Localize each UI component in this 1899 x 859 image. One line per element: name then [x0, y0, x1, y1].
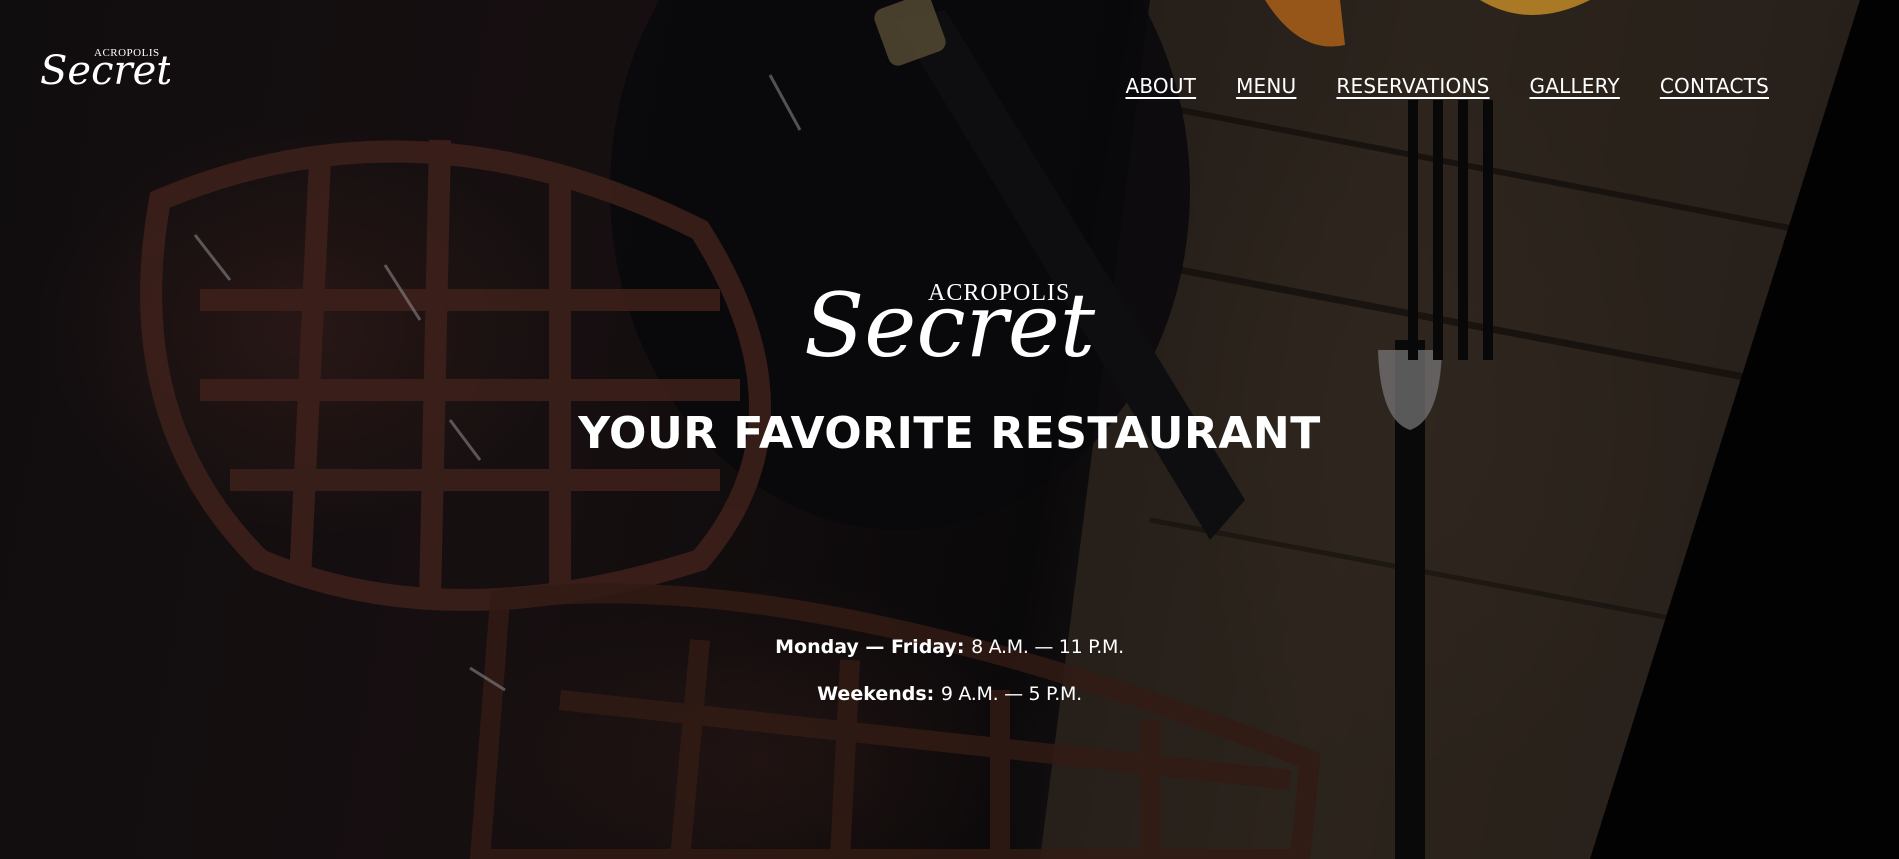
hours-weekend-time: 9 A.M. — 5 P.M.	[940, 683, 1082, 705]
nav-menu[interactable]: MENU	[1236, 74, 1296, 98]
nav-reservations[interactable]: RESERVATIONS	[1336, 74, 1489, 98]
hours-weekend: Weekends: 9 A.M. — 5 P.M.	[0, 679, 1899, 726]
logo-small-secret: Secret	[40, 48, 170, 94]
hero-tagline: YOUR FAVORITE RESTAURANT	[578, 408, 1321, 459]
logo-large-secret: Secret	[804, 274, 1096, 377]
nav-contacts[interactable]: CONTACTS	[1660, 74, 1769, 98]
hours-weekday: Monday — Friday: 8 A.M. — 11 P.M.	[0, 632, 1899, 679]
nav-gallery[interactable]: GALLERY	[1530, 74, 1620, 98]
nav-about[interactable]: ABOUT	[1125, 74, 1196, 98]
hero-section: ACROPOLIS Secret ABOUT MENU RESERVATIONS…	[0, 0, 1899, 859]
hours-weekend-label: Weekends:	[817, 683, 941, 705]
hours-weekday-time: 8 A.M. — 11 P.M.	[971, 636, 1124, 658]
logo-small[interactable]: ACROPOLIS Secret	[34, 32, 170, 102]
opening-hours: Monday — Friday: 8 A.M. — 11 P.M. Weeken…	[0, 632, 1899, 726]
hours-weekday-label: Monday — Friday:	[775, 636, 972, 658]
main-nav: ABOUT MENU RESERVATIONS GALLERY CONTACTS	[1125, 74, 1769, 98]
logo-large: ACROPOLIS Secret	[804, 274, 1096, 377]
